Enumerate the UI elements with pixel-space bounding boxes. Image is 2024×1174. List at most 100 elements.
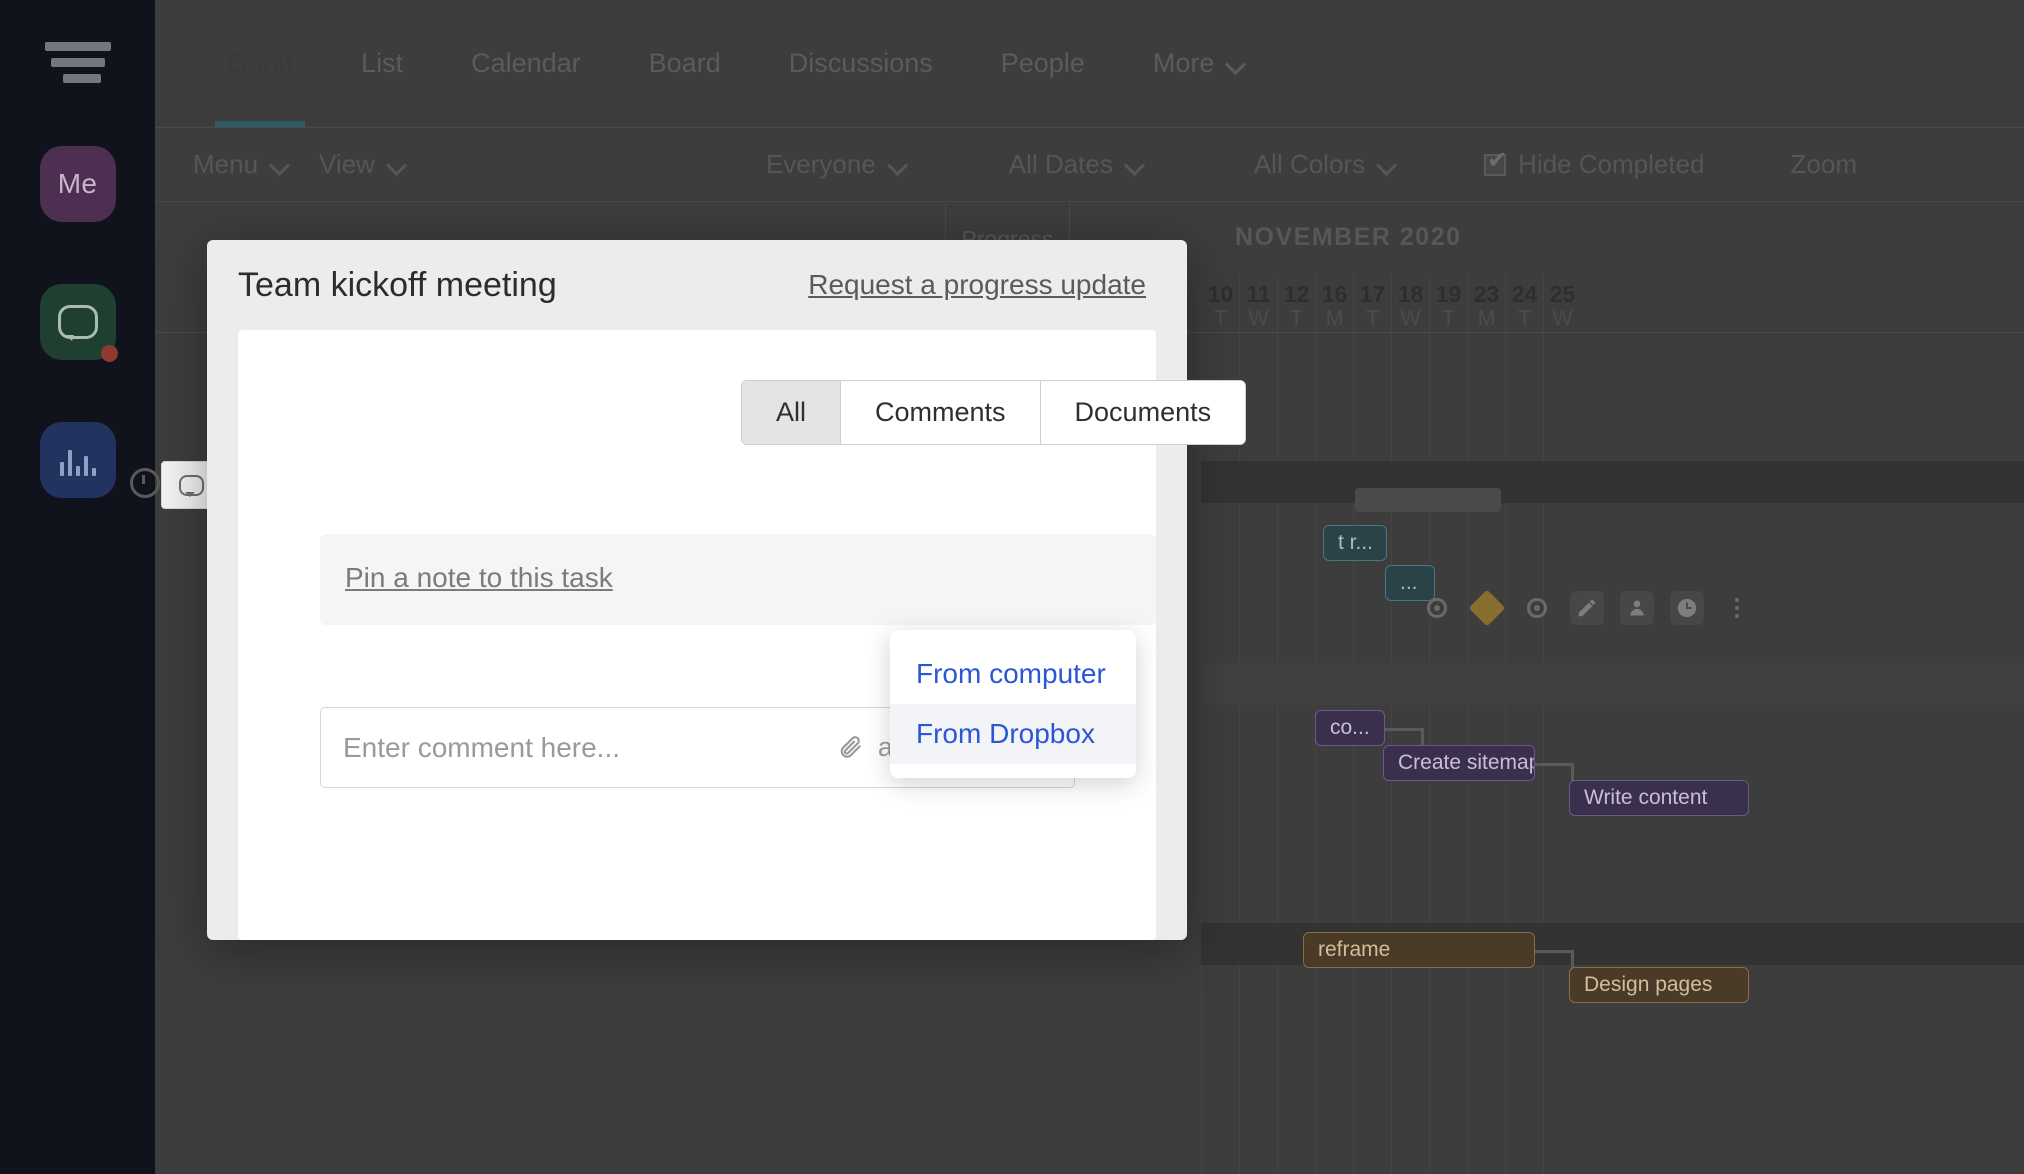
menu-item-from-dropbox[interactable]: From Dropbox xyxy=(890,704,1136,764)
day-number: 19 xyxy=(1435,281,1462,307)
chevron-down-icon xyxy=(272,157,287,172)
chat-button[interactable] xyxy=(39,284,118,362)
tab-gantt-label: Gantt xyxy=(227,48,294,78)
day-column: 19 T xyxy=(1429,275,1467,332)
tab-all[interactable]: All xyxy=(742,381,841,444)
me-avatar-label: Me xyxy=(57,168,98,199)
day-number: 24 xyxy=(1511,281,1538,307)
everyone-filter[interactable]: Everyone xyxy=(750,149,921,180)
tab-bar: Gantt List Calendar Board Discussions Pe… xyxy=(155,0,2024,128)
tab-discussions[interactable]: Discussions xyxy=(755,0,967,127)
logo-icon[interactable] xyxy=(44,38,111,88)
task-time-icon[interactable] xyxy=(130,468,160,498)
notification-badge xyxy=(100,345,118,362)
gantt-bar-label: Design pages xyxy=(1584,973,1713,996)
tab-board[interactable]: Board xyxy=(615,0,755,127)
gantt-bar[interactable]: Design pages xyxy=(1569,967,1749,1003)
day-column: 16 M xyxy=(1315,275,1353,332)
edit-pencil-icon[interactable] xyxy=(1570,591,1604,625)
day-weekday: W xyxy=(1400,307,1421,331)
view-dropdown-label: View xyxy=(319,149,375,179)
day-weekday: T xyxy=(1214,307,1227,331)
gantt-bar-label: co... xyxy=(1330,716,1370,739)
assignee-person-icon[interactable] xyxy=(1620,591,1654,625)
gantt-toolbar: Menu View Everyone All Dates All Colors xyxy=(155,128,2024,202)
all-dates-filter-label: All Dates xyxy=(1008,149,1113,179)
hide-completed-label: Hide Completed xyxy=(1518,149,1705,179)
gantt-bar[interactable]: reframe xyxy=(1303,932,1535,968)
gantt-bar-label: ... xyxy=(1400,571,1418,594)
zoom-control-label: Zoom xyxy=(1790,149,1857,179)
page-title: Team kickoff meeting xyxy=(238,265,557,304)
day-weekday: W xyxy=(1248,307,1269,331)
tab-more[interactable]: More xyxy=(1119,0,1278,127)
tab-documents[interactable]: Documents xyxy=(1039,381,1246,444)
day-number: 25 xyxy=(1549,281,1576,307)
me-avatar[interactable]: Me xyxy=(39,146,116,222)
everyone-filter-label: Everyone xyxy=(765,149,876,179)
pin-note-area: Pin a note to this task xyxy=(320,534,1156,625)
time-clock-icon[interactable] xyxy=(1670,591,1704,625)
day-column: 25 W xyxy=(1543,275,1581,332)
hide-completed-checkbox[interactable] xyxy=(1484,149,1507,176)
task-detail-modal: Team kickoff meeting Request a progress … xyxy=(207,240,1247,940)
day-column: 23 M xyxy=(1467,275,1505,332)
gantt-bar-label: Write content xyxy=(1584,786,1708,809)
zoom-control[interactable]: Zoom xyxy=(1775,149,1873,180)
day-column: 12 T xyxy=(1277,275,1315,332)
day-column: 17 T xyxy=(1353,275,1391,332)
gantt-row-actions xyxy=(1420,589,1754,627)
day-number: 17 xyxy=(1359,281,1386,307)
month-header: NOVEMBER 2020 xyxy=(1235,223,1462,252)
tab-list[interactable]: List xyxy=(327,0,437,127)
tab-gantt[interactable]: Gantt xyxy=(193,0,327,127)
gantt-bar[interactable]: Write content xyxy=(1569,780,1749,816)
milestone-diamond-icon[interactable] xyxy=(1468,589,1506,627)
more-kebab-icon[interactable] xyxy=(1720,591,1754,625)
tab-people[interactable]: People xyxy=(967,0,1119,127)
pin-note-link[interactable]: Pin a note to this task xyxy=(345,562,613,594)
day-weekday: M xyxy=(1325,307,1344,331)
comment-input[interactable]: Enter comment here... xyxy=(343,732,620,764)
day-number: 10 xyxy=(1207,281,1234,307)
tab-list-label: List xyxy=(361,48,404,78)
stats-button[interactable] xyxy=(39,422,116,498)
hide-completed-toggle[interactable]: Hide Completed xyxy=(1468,149,1720,180)
tab-board-label: Board xyxy=(648,48,721,78)
day-number: 11 xyxy=(1246,281,1271,307)
day-column: 18 W xyxy=(1391,275,1429,332)
gantt-bar[interactable]: co... xyxy=(1315,710,1385,746)
gantt-summary-bar[interactable] xyxy=(1355,488,1501,512)
menu-dropdown-label: Menu xyxy=(193,149,259,179)
chevron-down-icon xyxy=(1228,56,1243,71)
gantt-bar-label: t r... xyxy=(1338,531,1374,554)
tab-discussions-label: Discussions xyxy=(788,48,933,78)
day-number: 12 xyxy=(1283,281,1310,307)
menu-dropdown[interactable]: Menu xyxy=(177,149,303,180)
month-header-label: NOVEMBER 2020 xyxy=(1235,223,1462,251)
all-dates-filter[interactable]: All Dates xyxy=(993,149,1158,180)
tab-more-label: More xyxy=(1152,48,1215,78)
tab-comments[interactable]: Comments xyxy=(840,381,1040,444)
day-weekday: T xyxy=(1366,307,1379,331)
day-number: 18 xyxy=(1397,281,1424,307)
request-progress-update-link[interactable]: Request a progress update xyxy=(808,269,1146,301)
tab-calendar[interactable]: Calendar xyxy=(437,0,615,127)
day-number: 23 xyxy=(1473,281,1500,307)
day-column: 10 T xyxy=(1201,275,1239,332)
bar-chart-icon xyxy=(59,444,96,476)
tab-people-label: People xyxy=(1000,48,1085,78)
view-dropdown[interactable]: View xyxy=(303,149,420,180)
content-filter-segmented-control: All Comments Documents xyxy=(741,380,1247,445)
gantt-bar[interactable]: t r... xyxy=(1323,525,1387,561)
all-colors-filter[interactable]: All Colors xyxy=(1238,149,1410,180)
day-weekday: M xyxy=(1477,307,1496,331)
day-column: 11 W xyxy=(1239,275,1277,332)
menu-item-from-computer[interactable]: From computer xyxy=(890,644,1136,704)
chevron-down-icon xyxy=(1127,157,1142,172)
progress-dot-icon[interactable] xyxy=(1420,591,1454,625)
gantt-bar[interactable]: Create sitemap xyxy=(1383,745,1535,781)
chevron-down-icon xyxy=(389,157,404,172)
progress-dot-icon[interactable] xyxy=(1520,591,1554,625)
chevron-down-icon xyxy=(1379,157,1394,172)
